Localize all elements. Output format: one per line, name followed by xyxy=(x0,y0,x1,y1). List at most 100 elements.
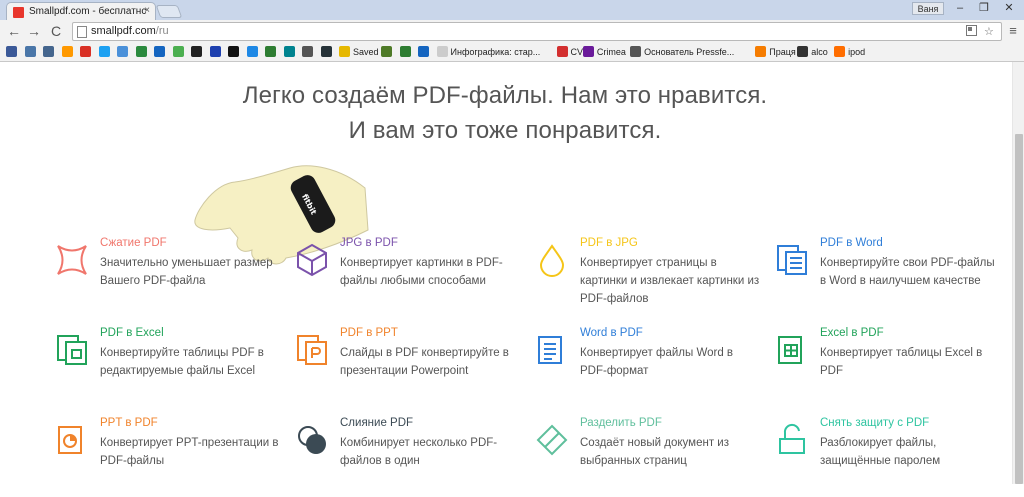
bookmark-item[interactable] xyxy=(399,46,414,59)
bookmark-favicon-icon xyxy=(755,46,767,57)
bookmark-favicon-icon xyxy=(320,46,332,57)
bookmark-item[interactable] xyxy=(117,46,131,59)
bookmark-label: Saved xyxy=(353,47,379,57)
bookmark-favicon-icon xyxy=(61,46,73,57)
tool-title[interactable]: Разделить PDF xyxy=(580,417,662,429)
bookmark-item[interactable]: ipod xyxy=(834,46,865,59)
tool-title[interactable]: PDF в Excel xyxy=(100,327,164,339)
tool-title[interactable]: Снять защиту с PDF xyxy=(820,417,929,429)
tool-card[interactable]: Снять защиту с PDF Разблокирует файлы, за… xyxy=(775,417,995,497)
bookmark-item[interactable] xyxy=(320,46,335,59)
tool-title[interactable]: Слияние PDF xyxy=(340,417,413,429)
tool-card[interactable]: PDF в Word Конвертируйте свои PDF-файлы в… xyxy=(775,237,995,317)
bookmark-label: Праця xyxy=(769,47,796,57)
tool-card[interactable]: PDF в Excel Конвертируйте таблицы PDF в р… xyxy=(55,327,275,407)
profile-badge[interactable]: Ваня xyxy=(912,2,944,15)
page-icon xyxy=(77,26,87,38)
tool-title[interactable]: Word в PDF xyxy=(580,327,643,339)
bookmark-favicon-icon xyxy=(154,46,165,57)
word-doc-icon xyxy=(775,243,809,277)
bookmark-item[interactable] xyxy=(24,46,39,59)
tool-card[interactable]: PPT в PDF Конвертирует PPT-презентации в … xyxy=(55,417,279,497)
tool-card[interactable]: Excel в PDF Конвертирует таблицы Excel в … xyxy=(775,327,995,407)
browser-tab[interactable]: Smallpdf.com - бесплатнс × xyxy=(6,2,156,20)
bookmark-item[interactable] xyxy=(381,46,395,59)
bookmark-label: Инфографика: стар... xyxy=(450,47,541,57)
tool-title[interactable]: Сжатие PDF xyxy=(100,237,167,249)
bookmark-favicon-icon xyxy=(265,46,276,57)
bookmark-label: Основатель Pressfe... xyxy=(644,47,735,57)
bookmark-item[interactable] xyxy=(302,46,316,59)
bookmark-favicon-icon xyxy=(6,46,17,57)
bookmark-item[interactable]: Основатель Pressfe... xyxy=(630,46,734,59)
tab-close-icon[interactable]: × xyxy=(144,5,150,16)
translate-icon[interactable] xyxy=(966,25,977,39)
bookmark-favicon-icon xyxy=(117,46,128,57)
url-host: smallpdf.com xyxy=(91,25,156,37)
maximize-button[interactable]: ❐ xyxy=(972,1,996,16)
tool-title[interactable]: JPG в PDF xyxy=(340,237,398,249)
minimize-button[interactable]: – xyxy=(948,1,972,16)
bookmark-item[interactable] xyxy=(418,46,432,59)
tool-description: Конвертирует PPT-презентации в PDF-файлы xyxy=(100,437,279,467)
bookmark-item[interactable] xyxy=(61,46,76,59)
bookmark-favicon-icon xyxy=(98,46,110,57)
bookmark-item[interactable]: Праця xyxy=(755,46,796,59)
tool-card[interactable]: Word в PDF Конвертирует файлы Word в PDF-… xyxy=(535,327,755,407)
bookmark-item[interactable] xyxy=(43,46,57,59)
tool-title[interactable]: PPT в PDF xyxy=(100,417,158,429)
tool-description: Разблокирует файлы, защищённые паролем xyxy=(820,437,941,467)
tool-card[interactable]: Слияние PDF Комбинирует несколько PDF-фай… xyxy=(295,417,515,497)
address-bar[interactable]: smallpdf.com/ru ☆ xyxy=(72,22,1002,41)
tool-description: Конвертируйте таблицы PDF в редактируемы… xyxy=(100,347,264,377)
bookmark-item[interactable] xyxy=(135,46,150,59)
tool-card[interactable]: Разделить PDF Создаёт новый документ из в… xyxy=(535,417,755,497)
tool-title[interactable]: PDF в JPG xyxy=(580,237,638,249)
bookmark-star-icon[interactable]: ☆ xyxy=(984,25,994,38)
tool-description: Конвертирует картинки в PDF-файлы любыми… xyxy=(340,257,503,287)
tool-card[interactable]: Сжатие PDF Значительно уменьшает размер В… xyxy=(55,237,275,317)
unlock-icon xyxy=(775,423,809,457)
bookmark-item[interactable] xyxy=(6,46,20,59)
bookmark-item[interactable] xyxy=(246,46,261,59)
new-tab-button[interactable] xyxy=(155,5,183,18)
tool-title[interactable]: Excel в PDF xyxy=(820,327,884,339)
bookmark-item[interactable]: Crimea xyxy=(582,46,626,59)
vertical-scrollbar[interactable] xyxy=(1012,62,1024,484)
bookmark-item[interactable] xyxy=(228,46,242,59)
bookmark-item[interactable] xyxy=(283,46,298,59)
bookmark-item[interactable]: CV xyxy=(556,46,583,59)
tool-description: Слайды в PDF конвертируйте в презентации… xyxy=(340,347,509,377)
bookmark-favicon-icon xyxy=(418,46,429,57)
bookmark-item[interactable] xyxy=(265,46,279,59)
tool-description: Конвертируйте свои PDF-файлы в Word в на… xyxy=(820,257,995,287)
bookmark-item[interactable] xyxy=(191,46,205,59)
bookmark-item[interactable] xyxy=(98,46,113,59)
close-window-button[interactable]: ✕ xyxy=(996,1,1022,16)
bookmark-favicon-icon xyxy=(43,46,54,57)
scrollbar-thumb[interactable] xyxy=(1015,134,1023,484)
bookmark-item[interactable]: Saved xyxy=(339,46,379,59)
bookmark-item[interactable] xyxy=(80,46,94,59)
bookmark-item[interactable]: alco xyxy=(797,46,828,59)
bookmark-item[interactable] xyxy=(154,46,168,59)
bookmark-favicon-icon xyxy=(381,46,392,57)
word-lines-icon xyxy=(535,333,569,367)
reload-button[interactable]: C xyxy=(48,23,64,39)
chrome-menu-icon[interactable]: ≡ xyxy=(1006,23,1020,39)
tool-title[interactable]: PDF в Word xyxy=(820,237,883,249)
bookmark-item[interactable]: Инфографика: стар... xyxy=(436,46,541,59)
bookmark-item[interactable] xyxy=(172,46,187,59)
forward-button[interactable]: → xyxy=(26,23,42,39)
bookmark-label: ipod xyxy=(848,47,866,57)
ppt-pie-icon xyxy=(55,423,89,457)
tool-description: Значительно уменьшает размер Вашего PDF-… xyxy=(100,257,273,287)
tool-card[interactable]: PDF в JPG Конвертирует страницы в картинк… xyxy=(535,237,759,317)
bookmark-favicon-icon xyxy=(582,46,594,57)
tool-card[interactable]: PDF в PPT Слайды в PDF конвертируйте в пр… xyxy=(295,327,515,407)
back-button[interactable]: ← xyxy=(6,23,22,39)
bookmark-label: Crimea xyxy=(596,47,626,57)
tool-card[interactable]: JPG в PDF Конвертирует картинки в PDF-фай… xyxy=(295,237,515,317)
bookmark-item[interactable] xyxy=(209,46,224,59)
tool-title[interactable]: PDF в PPT xyxy=(340,327,398,339)
